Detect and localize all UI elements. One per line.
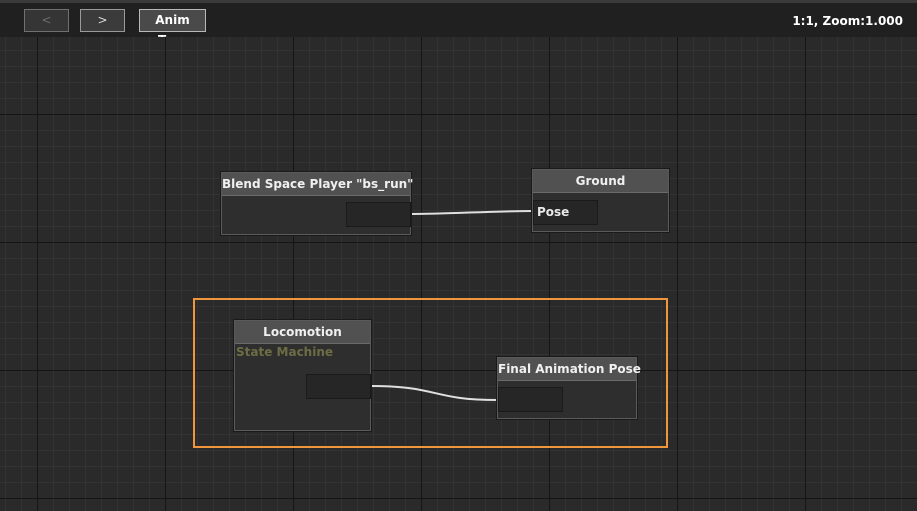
pose-input-label: Pose <box>537 205 570 219</box>
node-title: Final Animation Pose <box>498 358 641 381</box>
back-button[interactable]: < <box>24 9 69 32</box>
node-title: Locomotion <box>235 321 370 344</box>
forward-button[interactable]: > <box>80 9 125 32</box>
anim-tree-button[interactable]: Anim Tree <box>139 9 206 47</box>
node-subtitle: State Machine <box>236 345 334 359</box>
output-slot[interactable] <box>346 202 411 227</box>
node-title: Blend Space Player "bs_run" <box>222 173 413 196</box>
editor-toolbar: < > Anim Tree 1:1, Zoom:1.000 <box>0 0 917 47</box>
input-slot[interactable] <box>498 387 563 412</box>
ground-node[interactable]: Ground Pose <box>532 169 669 232</box>
final-animation-pose-node[interactable]: Final Animation Pose <box>497 357 641 419</box>
output-slot[interactable] <box>306 374 371 399</box>
node-title: Ground <box>533 170 668 193</box>
zoom-readout: 1:1, Zoom:1.000 <box>792 14 903 28</box>
locomotion-node[interactable]: Locomotion State Machine <box>234 320 371 431</box>
blend-space-player-node[interactable]: Blend Space Player "bs_run" <box>221 172 413 235</box>
